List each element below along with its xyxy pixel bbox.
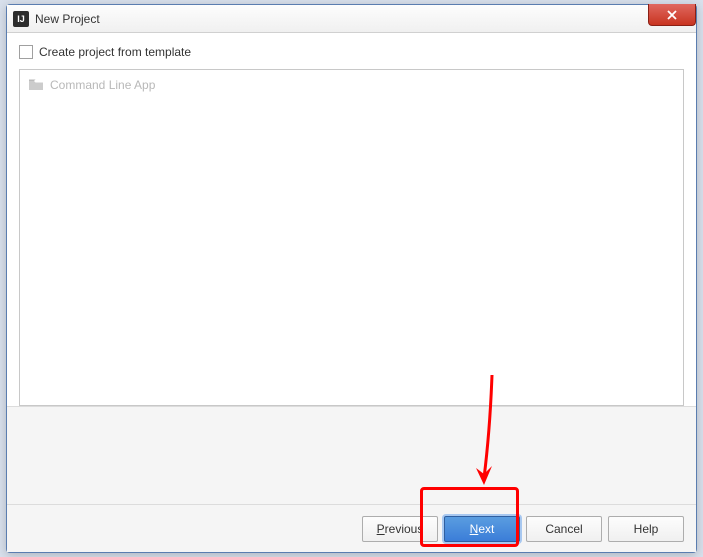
help-button[interactable]: Help: [608, 516, 684, 542]
previous-button[interactable]: Previous: [362, 516, 438, 542]
titlebar: IJ New Project: [7, 5, 696, 33]
template-description: [7, 406, 696, 504]
button-bar: Previous Next Cancel Help: [7, 504, 696, 552]
window-title: New Project: [35, 12, 100, 26]
create-from-template-checkbox[interactable]: [19, 45, 33, 59]
template-checkbox-row: Create project from template: [19, 45, 684, 59]
folder-icon: [28, 78, 44, 92]
dialog-content: Create project from template Command Lin…: [7, 33, 696, 552]
template-item-command-line-app: Command Line App: [28, 76, 675, 94]
close-icon: [666, 10, 678, 20]
template-list[interactable]: Command Line App: [19, 69, 684, 406]
close-button[interactable]: [648, 4, 696, 26]
create-from-template-label[interactable]: Create project from template: [39, 45, 191, 59]
app-icon: IJ: [13, 11, 29, 27]
next-button[interactable]: Next: [444, 516, 520, 542]
template-item-label: Command Line App: [50, 78, 155, 92]
cancel-button[interactable]: Cancel: [526, 516, 602, 542]
new-project-dialog: IJ New Project Create project from templ…: [6, 4, 697, 553]
